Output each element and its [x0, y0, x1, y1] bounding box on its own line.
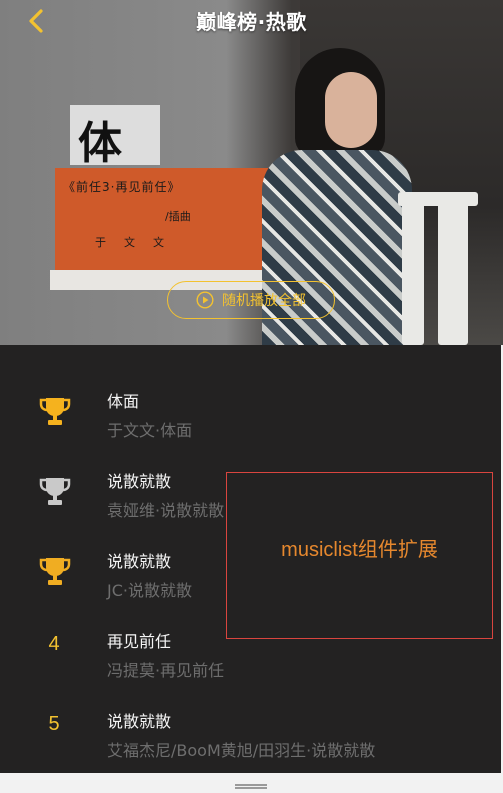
poster-line1: 《前任3·再见前任》: [63, 180, 181, 194]
song-item-1[interactable]: 体面 于文文·体面: [0, 373, 501, 453]
trophy-bronze-icon: [39, 558, 71, 585]
musiclist-extension-note: musiclist组件扩展: [226, 472, 493, 639]
song-title: 说散就散: [107, 712, 172, 731]
shuffle-play-all-label: 随机播放全部: [222, 293, 306, 309]
song-title: 体面: [107, 392, 140, 411]
singer-face: [325, 72, 377, 148]
trophy-silver-icon: [39, 478, 71, 505]
poster-line2: /插曲: [165, 210, 191, 223]
song-title: 说散就散: [107, 472, 172, 491]
shuffle-play-all-button[interactable]: 随机播放全部: [167, 281, 335, 319]
song-artist: 袁娅维·说散就散: [107, 501, 225, 520]
page-title: 巅峰榜·热歌: [196, 10, 307, 34]
poster-glyph: 体: [70, 105, 160, 169]
decor-pillar: [402, 195, 424, 345]
song-artist: JC·说散就散: [107, 581, 192, 600]
decor-pillar: [398, 192, 478, 206]
poster-line3: 于文文: [95, 236, 182, 249]
bottom-bar: [0, 773, 503, 793]
decor-pillar: [438, 192, 468, 345]
song-title: 说散就散: [107, 552, 172, 571]
orange-poster: 《前任3·再见前任》 /插曲 于文文: [55, 168, 270, 286]
trophy-gold-icon: [39, 398, 71, 425]
song-artist: 艾福杰尼/BooM黄旭/田羽生·说散就散: [107, 741, 376, 760]
drag-handle[interactable]: [235, 784, 267, 789]
extension-note-label: musiclist组件扩展: [281, 539, 438, 561]
song-artist: 冯提莫·再见前任: [107, 661, 225, 680]
song-artist: 于文文·体面: [107, 421, 193, 440]
rank-number: 4: [48, 633, 60, 655]
song-title: 再见前任: [107, 632, 172, 651]
rank-number: 5: [48, 713, 60, 735]
song-item-5[interactable]: 5 说散就散 艾福杰尼/BooM黄旭/田羽生·说散就散: [0, 693, 501, 773]
play-circle-icon: [196, 291, 214, 309]
